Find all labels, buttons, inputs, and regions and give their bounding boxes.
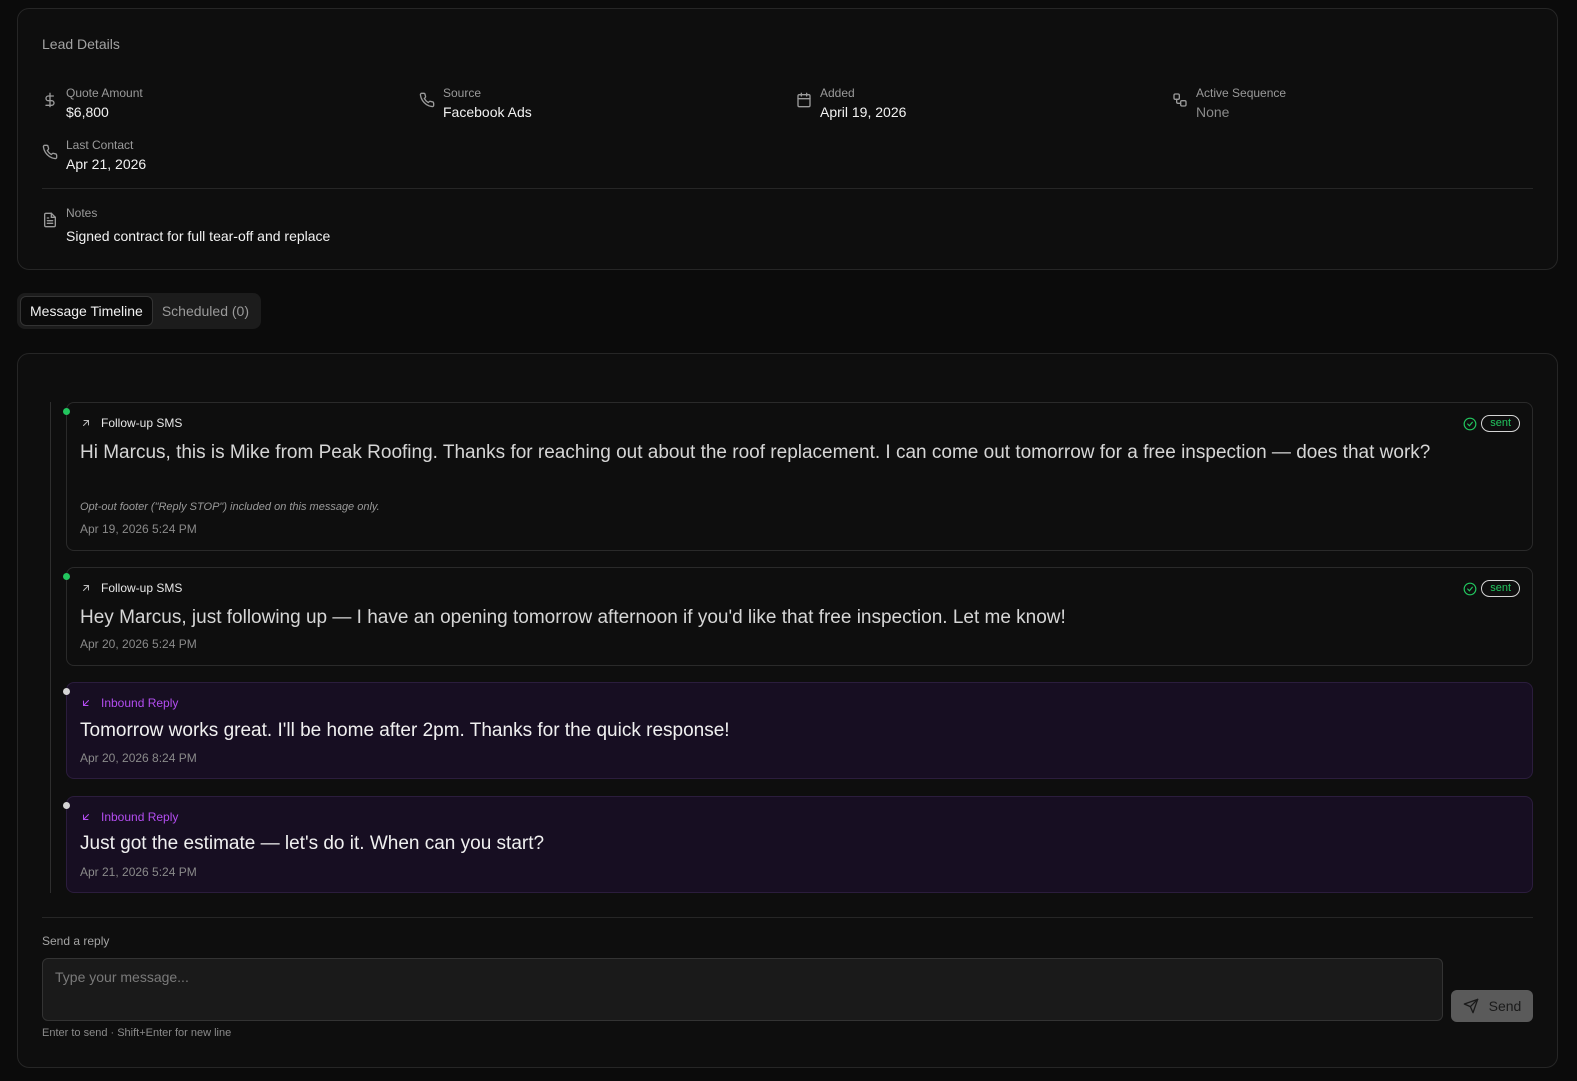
timeline-tabs: Message Timeline Scheduled (0) xyxy=(17,293,261,329)
timeline-dot xyxy=(63,573,70,580)
message-item: Inbound Reply Tomorrow works great. I'll… xyxy=(63,682,1533,779)
divider xyxy=(42,188,1533,189)
message-item: Inbound Reply Just got the estimate — le… xyxy=(63,796,1533,893)
active-sequence-label: Active Sequence xyxy=(1196,86,1287,100)
message-type: Follow-up SMS xyxy=(101,581,183,595)
tab-message-timeline[interactable]: Message Timeline xyxy=(20,296,153,326)
lead-details-card: Lead Details Quote Amount $6,800 Source … xyxy=(17,8,1558,270)
message-item: Follow-up SMS sent Hi Marcus, this is Mi… xyxy=(63,402,1533,551)
last-contact-field: Last Contact Apr 21, 2026 xyxy=(42,138,146,174)
last-contact-label: Last Contact xyxy=(66,138,134,152)
arrow-down-left-icon xyxy=(80,811,92,823)
message-item: Follow-up SMS sent Hey Marcus, just foll… xyxy=(63,567,1533,666)
active-sequence-field: Active Sequence None xyxy=(1172,86,1286,122)
added-field: Added April 19, 2026 xyxy=(796,86,906,122)
tab-scheduled[interactable]: Scheduled (0) xyxy=(153,296,258,326)
check-circle-icon xyxy=(1463,417,1477,431)
message-header: Inbound Reply xyxy=(80,810,178,824)
message-body: Hi Marcus, this is Mike from Peak Roofin… xyxy=(80,442,1431,463)
source-value: Facebook Ads xyxy=(443,104,532,120)
timeline-dot xyxy=(63,688,70,695)
timeline-line xyxy=(50,402,51,893)
message-timestamp: Apr 20, 2026 8:24 PM xyxy=(80,751,197,765)
message-timestamp: Apr 20, 2026 5:24 PM xyxy=(80,637,197,651)
message-header: Follow-up SMS xyxy=(80,416,182,430)
timeline-dot xyxy=(63,802,70,809)
phone-icon xyxy=(419,92,435,108)
message-timeline-card: Follow-up SMS sent Hi Marcus, this is Mi… xyxy=(17,353,1558,1068)
last-contact-value: Apr 21, 2026 xyxy=(66,156,147,172)
message-body: Just got the estimate — let's do it. Whe… xyxy=(80,833,545,854)
lead-details-title: Lead Details xyxy=(42,36,120,52)
dollar-icon xyxy=(42,92,58,108)
message-status: sent xyxy=(1463,580,1520,597)
source-label: Source xyxy=(443,86,482,100)
phone-icon xyxy=(42,144,58,160)
arrow-down-left-icon xyxy=(80,697,92,709)
message-body: Hey Marcus, just following up — I have a… xyxy=(80,607,1066,628)
reply-input[interactable] xyxy=(42,958,1443,1021)
arrow-up-right-icon xyxy=(80,417,92,429)
message-header: Inbound Reply xyxy=(80,696,178,710)
message-type: Follow-up SMS xyxy=(101,416,183,430)
file-text-icon xyxy=(42,212,58,228)
message-timestamp: Apr 19, 2026 5:24 PM xyxy=(80,522,197,536)
notes-field: Notes Signed contract for full tear-off … xyxy=(42,206,330,246)
check-circle-icon xyxy=(1463,582,1477,596)
keyboard-hint: Enter to send · Shift+Enter for new line xyxy=(42,1027,232,1039)
message-body: Tomorrow works great. I'll be home after… xyxy=(80,720,730,741)
status-badge: sent xyxy=(1481,415,1520,432)
notes-label: Notes xyxy=(66,206,98,220)
opt-out-note: Opt-out footer ("Reply STOP") included o… xyxy=(80,501,380,513)
message-status: sent xyxy=(1463,415,1520,432)
send-icon xyxy=(1463,998,1479,1014)
message-header: Follow-up SMS xyxy=(80,581,182,595)
quote-amount-value: $6,800 xyxy=(66,104,109,120)
notes-value: Signed contract for full tear-off and re… xyxy=(66,228,331,244)
added-value: April 19, 2026 xyxy=(820,104,907,120)
calendar-icon xyxy=(796,92,812,108)
message-type: Inbound Reply xyxy=(101,696,179,710)
quote-amount-label: Quote Amount xyxy=(66,86,143,100)
message-timestamp: Apr 21, 2026 5:24 PM xyxy=(80,865,197,879)
added-label: Added xyxy=(820,86,855,100)
send-button[interactable]: Send xyxy=(1451,990,1533,1022)
divider xyxy=(42,917,1533,918)
source-field: Source Facebook Ads xyxy=(419,86,532,122)
send-button-label: Send xyxy=(1488,998,1522,1014)
message-type: Inbound Reply xyxy=(101,810,179,824)
timeline-dot xyxy=(63,408,70,415)
quote-amount-field: Quote Amount $6,800 xyxy=(42,86,143,122)
reply-label: Send a reply xyxy=(42,934,110,948)
status-badge: sent xyxy=(1481,580,1520,597)
active-sequence-value: None xyxy=(1196,104,1230,120)
workflow-icon xyxy=(1172,92,1188,108)
arrow-up-right-icon xyxy=(80,582,92,594)
